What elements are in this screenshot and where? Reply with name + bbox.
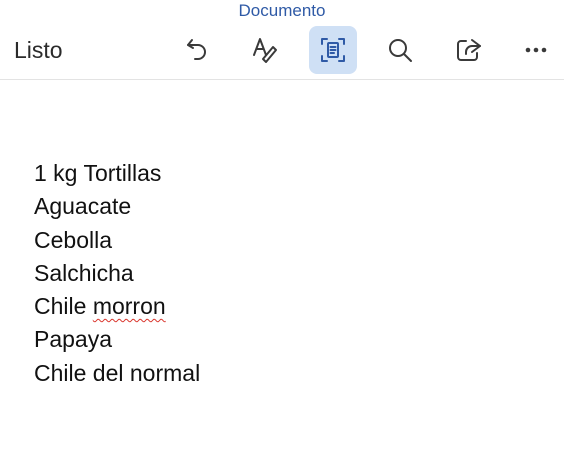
share-icon [457, 39, 481, 61]
share-button[interactable] [445, 26, 493, 74]
document-line: Papaya [34, 323, 200, 356]
document-line: Salchicha [34, 257, 200, 290]
more-options-button[interactable] [512, 26, 560, 74]
line-text: Salchicha [34, 259, 134, 286]
misspelled-word[interactable]: morron [93, 293, 166, 319]
undo-icon [187, 39, 206, 60]
document-line: Cebolla [34, 224, 200, 257]
done-button[interactable]: Listo [14, 35, 63, 65]
more-icon [525, 47, 547, 53]
document-title: Documento [238, 1, 326, 20]
format-text-button[interactable] [240, 26, 288, 74]
page-view-button[interactable] [309, 26, 357, 74]
format-text-icon [253, 38, 277, 63]
line-text: 1 kg Tortillas [34, 160, 162, 186]
toolbar: Listo [0, 24, 564, 78]
line-text: Cebolla [34, 226, 112, 253]
document-line: Aguacate [34, 190, 200, 223]
line-text: Chile [34, 293, 93, 320]
search-button[interactable] [376, 26, 424, 74]
line-text: Aguacate [34, 193, 132, 220]
document-line: Chile del normal [34, 357, 200, 390]
document-line: 1 kg Tortillas [34, 157, 200, 190]
document-line: Chile morron [34, 290, 200, 323]
undo-button[interactable] [174, 26, 222, 74]
document-body[interactable]: 1 kg Tortillas Aguacate Cebolla Salchich… [34, 157, 200, 390]
search-icon [389, 39, 412, 62]
page-view-icon [321, 38, 345, 62]
line-text: Chile del normal [34, 359, 201, 386]
toolbar-divider [0, 79, 564, 80]
line-text: Papaya [34, 326, 113, 353]
